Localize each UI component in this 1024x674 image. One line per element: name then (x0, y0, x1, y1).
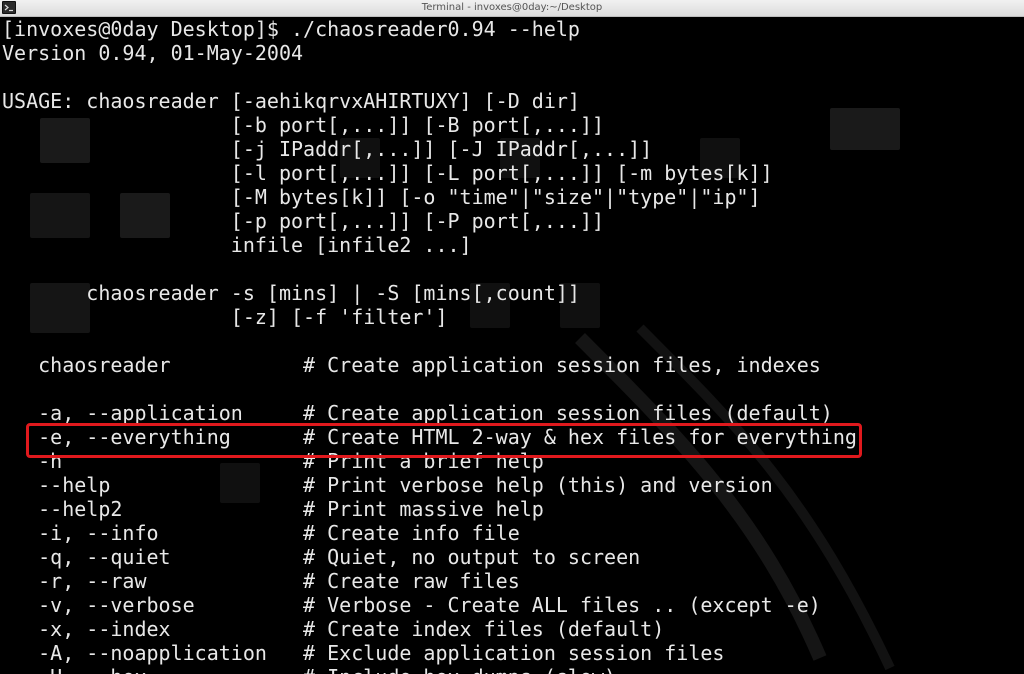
terminal-line: --help2 # Print massive help (2, 497, 544, 521)
terminal-line: infile [infile2 ...] (2, 233, 472, 257)
terminal-line: --help # Print verbose help (this) and v… (2, 473, 773, 497)
terminal-line: [-z] [-f 'filter'] (2, 305, 448, 329)
terminal-line: -x, --index # Create index files (defaul… (2, 617, 665, 641)
highlight-annotation-box (26, 423, 862, 458)
terminal-line: -a, --application # Create application s… (2, 401, 833, 425)
window-title: Terminal - invoxes@0day:~/Desktop (421, 2, 603, 13)
terminal-output[interactable]: [invoxes@0day Desktop]$ ./chaosreader0.9… (0, 17, 1024, 674)
terminal-line: chaosreader # Create application session… (2, 353, 821, 377)
terminal-line: chaosreader -s [mins] | -S [mins[,count]… (2, 281, 580, 305)
terminal-line: -q, --quiet # Quiet, no output to screen (2, 545, 641, 569)
terminal-line: -A, --noapplication # Exclude applicatio… (2, 641, 725, 665)
terminal-line: USAGE: chaosreader [-aehikqrvxAHIRTUXY] … (2, 89, 580, 113)
terminal-line: -i, --info # Create info file (2, 521, 520, 545)
terminal-line: -H, --hex # Include hex dumps (slow) (2, 665, 1024, 674)
terminal-line: [-j IPaddr[,...]] [-J IPaddr[,...]] (2, 137, 653, 161)
terminal-line: [-M bytes[k]] [-o "time"|"size"|"type"|"… (2, 185, 761, 209)
terminal-window: Terminal - invoxes@0day:~/Desktop [invox… (0, 0, 1024, 674)
terminal-line: [-p port[,...]] [-P port[,...]] (2, 209, 605, 233)
terminal-line: -v, --verbose # Verbose - Create ALL fil… (2, 593, 821, 617)
terminal-line: [invoxes@0day Desktop]$ ./chaosreader0.9… (2, 17, 580, 41)
title-bar[interactable]: Terminal - invoxes@0day:~/Desktop (0, 0, 1024, 17)
terminal-line: -r, --raw # Create raw files (2, 569, 520, 593)
terminal-line: Version 0.94, 01-May-2004 (2, 41, 304, 65)
terminal-line: [-b port[,...]] [-B port[,...]] (2, 113, 605, 137)
terminal-line: [-l port[,...]] [-L port[,...]] [-m byte… (2, 161, 773, 185)
